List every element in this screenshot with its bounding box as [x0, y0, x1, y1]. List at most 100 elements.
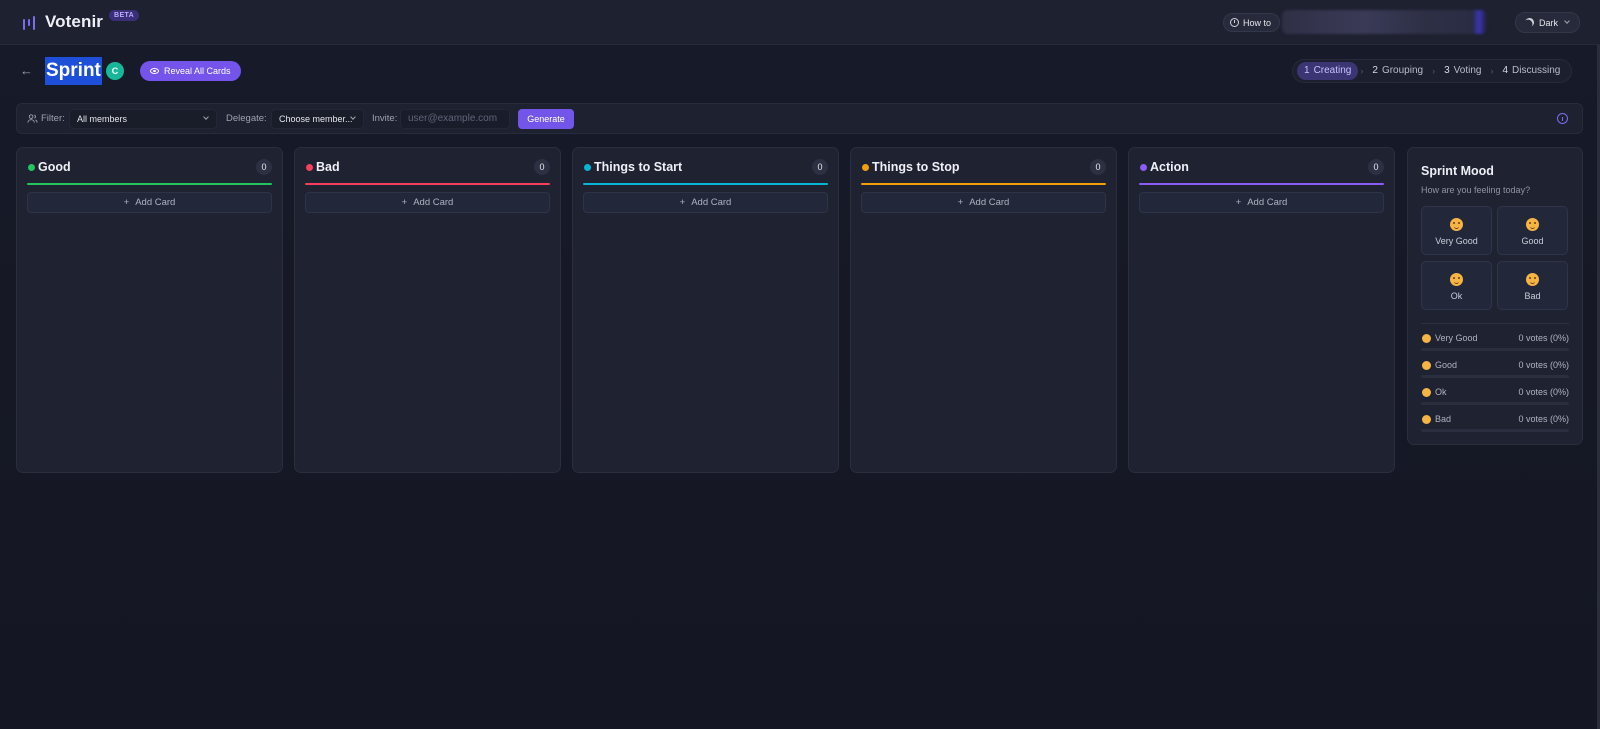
mood-stat-row: Very Good 0 votes (0%) — [1421, 332, 1569, 354]
step-number: 3 — [1444, 65, 1450, 76]
back-arrow-button[interactable]: ← — [20, 64, 34, 78]
column-color-dot — [306, 164, 313, 171]
how-to-button[interactable]: How to — [1223, 13, 1281, 32]
card-count-badge: 0 — [1090, 159, 1106, 175]
column-header: Things to Start 0 — [583, 159, 828, 179]
generate-button[interactable]: Generate — [518, 109, 574, 129]
add-card-label: Add Card — [969, 197, 1010, 208]
invite-label: Invite: — [372, 113, 398, 124]
neutral-face-icon — [1450, 273, 1463, 286]
column-header: Good 0 — [27, 159, 272, 179]
column-title: Good — [38, 160, 71, 174]
filter-bar: Filter: All members Delegate: Choose mem… — [16, 103, 1583, 134]
column-accent-line — [861, 183, 1106, 185]
column-things-to-start: Things to Start 0 + Add Card — [572, 147, 839, 473]
column-color-dot — [584, 164, 591, 171]
step-label: Creating — [1313, 65, 1352, 76]
reveal-all-cards-button[interactable]: Reveal All Cards — [140, 61, 241, 81]
add-card-button[interactable]: + Add Card — [1139, 192, 1384, 213]
smiling-face-icon — [1422, 361, 1431, 370]
top-navbar: Votenir BETA How to Dark — [0, 0, 1600, 45]
smiling-face-icon — [1526, 218, 1539, 231]
frowning-face-icon — [1526, 273, 1539, 286]
step-label: Voting — [1453, 65, 1482, 76]
delegate-select-value: Choose member... — [279, 114, 353, 124]
grinning-face-icon — [1450, 218, 1463, 231]
mood-option-good-button[interactable]: Good — [1497, 206, 1568, 255]
column-title: Things to Stop — [872, 160, 960, 174]
chevron-down-icon — [203, 114, 209, 120]
neutral-face-icon — [1422, 388, 1431, 397]
mood-option-label: Bad — [1524, 291, 1541, 301]
add-card-label: Add Card — [691, 197, 732, 208]
plus-icon: + — [123, 197, 130, 208]
plus-icon: + — [1235, 197, 1242, 208]
reveal-label: Reveal All Cards — [164, 66, 231, 76]
filter-select-value: All members — [77, 114, 128, 124]
add-card-button[interactable]: + Add Card — [861, 192, 1106, 213]
step-separator-chevron-icon: › — [1432, 66, 1436, 76]
mood-stat-value: 0 votes (0%) — [1518, 333, 1569, 343]
delegate-select[interactable]: Choose member... — [271, 109, 364, 129]
mood-stat-label: Very Good — [1435, 333, 1478, 343]
mood-stat-value: 0 votes (0%) — [1518, 360, 1569, 370]
step-number: 4 — [1502, 65, 1509, 76]
step-separator-chevron-icon: › — [1490, 66, 1494, 76]
plus-icon: + — [401, 197, 408, 208]
mood-stat-value: 0 votes (0%) — [1518, 387, 1569, 397]
column-accent-line — [305, 183, 550, 185]
column-accent-line — [583, 183, 828, 185]
plus-icon: + — [679, 197, 686, 208]
phase-stepper: 1 Creating › 2 Grouping › 3 Voting › 4 Discussing — [1292, 59, 1573, 83]
step-label: Discussing — [1512, 65, 1561, 76]
column-bad: Bad 0 + Add Card — [294, 147, 561, 473]
step-grouping[interactable]: 2 Grouping — [1365, 62, 1430, 80]
app-name[interactable]: Votenir — [45, 12, 103, 32]
add-card-button[interactable]: + Add Card — [27, 192, 272, 213]
how-to-label: How to — [1243, 17, 1272, 28]
add-card-label: Add Card — [135, 197, 176, 208]
theme-toggle-button[interactable]: Dark — [1515, 12, 1581, 33]
mood-progress-bar — [1421, 375, 1569, 378]
theme-label: Dark — [1539, 17, 1559, 28]
board-title[interactable]: Sprint — [45, 57, 102, 85]
add-card-button[interactable]: + Add Card — [305, 192, 550, 213]
step-number: 1 — [1304, 65, 1310, 76]
step-creating[interactable]: 1 Creating — [1297, 62, 1359, 80]
column-title: Things to Start — [594, 160, 683, 174]
mood-stat-value: 0 votes (0%) — [1518, 414, 1569, 424]
filter-select[interactable]: All members — [69, 109, 217, 129]
users-icon — [27, 114, 38, 123]
mood-option-label: Very Good — [1435, 236, 1478, 246]
frowning-face-icon — [1422, 415, 1431, 424]
avatar[interactable]: C — [106, 62, 124, 80]
mood-stat-label: Ok — [1435, 387, 1447, 397]
column-header: Things to Stop 0 — [861, 159, 1106, 179]
column-title: Action — [1150, 160, 1189, 174]
info-icon[interactable] — [1557, 113, 1568, 124]
help-circle-icon — [1230, 18, 1239, 27]
column-color-dot — [862, 164, 869, 171]
mood-option-very-good-button[interactable]: Very Good — [1421, 206, 1492, 255]
mood-option-ok-button[interactable]: Ok — [1421, 261, 1492, 310]
mood-progress-bar — [1421, 429, 1569, 432]
mood-stat-row: Ok 0 votes (0%) — [1421, 386, 1569, 408]
mood-option-label: Ok — [1450, 291, 1463, 301]
column-accent-line — [1139, 183, 1384, 185]
invite-email-input[interactable]: user@example.com — [400, 109, 510, 129]
plus-icon: + — [957, 197, 964, 208]
moon-icon — [1524, 17, 1536, 29]
mood-option-label: Good — [1521, 236, 1544, 246]
add-card-button[interactable]: + Add Card — [583, 192, 828, 213]
column-things-to-stop: Things to Stop 0 + Add Card — [850, 147, 1117, 473]
add-card-label: Add Card — [1247, 197, 1288, 208]
user-account-area-redacted[interactable] — [1282, 10, 1487, 34]
add-card-label: Add Card — [413, 197, 454, 208]
filter-label: Filter: — [41, 113, 65, 124]
step-voting[interactable]: 3 Voting — [1437, 62, 1488, 80]
card-count-badge: 0 — [1368, 159, 1384, 175]
step-discussing[interactable]: 4 Discussing — [1495, 62, 1567, 80]
mood-option-bad-button[interactable]: Bad — [1497, 261, 1568, 310]
mood-title: Sprint Mood — [1421, 164, 1494, 178]
beta-badge: BETA — [109, 10, 140, 21]
